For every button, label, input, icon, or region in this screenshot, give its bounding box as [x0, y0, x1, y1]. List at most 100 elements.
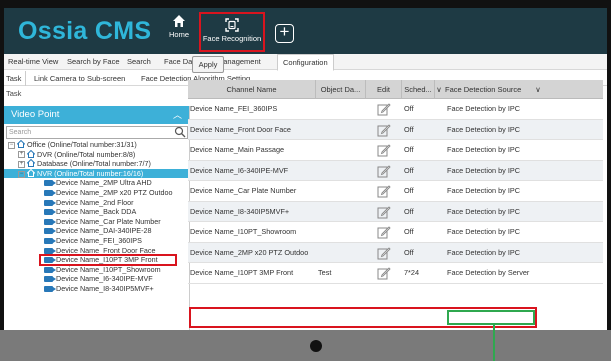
tree-device[interactable]: Device Name_Front Door Face [4, 245, 189, 256]
menu-bar: Real-time View Search by Face Search Fac… [4, 54, 607, 71]
cell-face-detection-source[interactable]: Face Detection by IPC [445, 120, 555, 140]
cell-object-database[interactable] [316, 202, 366, 222]
edit-icon[interactable] [377, 205, 391, 219]
cell-face-detection-source[interactable]: Face Detection by IPC [445, 222, 555, 242]
cell-schedule[interactable]: Off [402, 140, 442, 160]
expand-icon[interactable]: + [18, 160, 25, 168]
tree-device[interactable]: Device Name_2nd Floor [4, 197, 189, 208]
tree-device[interactable]: Device Name_Car Plate Number [4, 217, 189, 227]
cell-object-database[interactable] [316, 243, 366, 263]
menu-search-by-face[interactable]: Search by Face [67, 54, 120, 70]
cell-object-database[interactable] [316, 161, 366, 181]
search-placeholder: Search [9, 129, 32, 136]
cell-schedule[interactable]: Off [402, 243, 442, 263]
col-edit[interactable]: Edit [366, 80, 402, 99]
edit-icon[interactable] [377, 143, 391, 157]
camera-icon [44, 257, 56, 264]
tree-device[interactable]: Device Name_I10PT 3MP Front [39, 254, 177, 266]
tree-group[interactable]: + DVR (Online/Total number:8/8) [4, 149, 189, 160]
col-object-database[interactable]: Object Da... [316, 80, 366, 99]
table-row[interactable]: Device Name_I6-340IPE-MVF Off Face Detecti… [188, 160, 603, 181]
table-row[interactable]: Device Name_FEI_360IPS Off Face Detection … [188, 99, 603, 120]
edit-icon[interactable] [377, 164, 391, 178]
cell-object-database[interactable]: Test [316, 263, 366, 283]
nav-face-recognition-button[interactable]: Face Recognition [199, 12, 265, 52]
cell-face-detection-source[interactable]: Face Detection by IPC [445, 181, 555, 201]
tree-item-label: Device Name_I10PT_Showroom [56, 264, 161, 274]
add-tab-button[interactable]: + [275, 23, 294, 43]
edit-icon[interactable] [377, 225, 391, 239]
edit-icon[interactable] [377, 123, 391, 137]
tree-device[interactable]: Device Name_I10PT_Showroom [4, 264, 189, 275]
edit-icon[interactable] [377, 266, 391, 280]
cell-object-database[interactable] [316, 222, 366, 242]
cell-schedule[interactable]: Off [402, 99, 442, 119]
tree-item-label: Device Name_I6-340IPE-MVF [56, 274, 153, 284]
schedule-dropdown-icon[interactable]: ∨ [435, 80, 443, 99]
tree-device[interactable]: Device Name_I8-340IP5MVF+ [4, 283, 189, 294]
cell-face-detection-source[interactable]: Face Detection by IPC [445, 140, 555, 160]
sidebar-search-input[interactable]: Search [6, 126, 188, 139]
tree-device[interactable]: Device Name_Back DDA [4, 207, 189, 217]
tree-device[interactable]: Device Name_2MP Ultra AHD [4, 178, 189, 188]
nav-home-button[interactable]: Home [159, 14, 199, 50]
expand-icon[interactable]: + [18, 151, 25, 159]
cell-schedule[interactable]: Off [402, 161, 442, 181]
cell-schedule[interactable]: Off [402, 202, 442, 222]
cell-object-database[interactable] [316, 181, 366, 201]
col-channel-name[interactable]: Channel Name [188, 80, 316, 99]
cell-object-database[interactable] [316, 99, 366, 119]
table-row[interactable]: Device Name_I10PT 3MP Front Test 7*24 Face … [188, 263, 603, 284]
cell-object-database[interactable] [316, 140, 366, 160]
cell-face-detection-source[interactable]: Face Detection by IPC [445, 161, 555, 181]
edit-icon[interactable] [377, 246, 391, 260]
cell-face-detection-source[interactable]: Face Detection by IPC [445, 243, 555, 263]
table-row[interactable]: Device Name_Car Plate Number Off Face Dete… [188, 181, 603, 202]
cell-schedule[interactable]: Off [402, 120, 442, 140]
apply-button[interactable]: Apply [192, 56, 224, 73]
table-row[interactable]: Device Name_I10PT_Showroom Off Face Detect… [188, 222, 603, 243]
tree-item-label: Device Name_I8-340IP5MVF+ [56, 283, 154, 293]
tree-item-label: Device Name_2nd Floor [56, 197, 134, 207]
menu-realtime-view[interactable]: Real-time View [8, 54, 58, 70]
edit-icon[interactable] [377, 184, 391, 198]
cell-face-detection-source[interactable]: Face Detection by Server [445, 263, 555, 283]
camera-icon [44, 238, 56, 245]
cell-face-detection-source[interactable]: Face Detection by IPC [445, 99, 555, 119]
tree-group[interactable]: + Database (Online/Total number:7/7) [4, 158, 189, 169]
cell-schedule[interactable]: Off [402, 222, 442, 242]
table-row[interactable]: Device Name_Main Passage Off Face Detectio… [188, 140, 603, 161]
tree-device[interactable]: Device Name_FEI_360IPS [4, 235, 189, 246]
cell-schedule[interactable]: 7*24 [402, 263, 442, 283]
collapse-icon[interactable]: − [8, 141, 15, 149]
channel-table: Channel Name Object Da... Edit Sched... … [188, 80, 603, 284]
camera-icon [44, 247, 56, 254]
tab-task[interactable]: Task [6, 71, 27, 86]
tree-item-label: Device Name_FEI_360IPS [56, 235, 142, 245]
source-dropdown-icon[interactable]: ∨ [532, 80, 544, 99]
col-schedule[interactable]: Sched... [402, 80, 435, 99]
table-row[interactable]: Device Name_I8-340IP5MVF+ Off Face Detecti… [188, 201, 603, 222]
tree-device[interactable]: Device Name_DAI-340IPE-28 [4, 226, 189, 236]
tree-device[interactable]: Device Name_2MP x20 PTZ Outdoo [4, 188, 189, 198]
sidebar-title: Video Point [11, 109, 60, 120]
sidebar-header[interactable]: Video Point ︿ [4, 106, 189, 124]
cell-face-detection-source[interactable]: Face Detection by IPC [445, 202, 555, 222]
tree-item-label: Device Name_Front Door Face [56, 245, 156, 255]
collapse-icon[interactable]: − [18, 170, 25, 178]
camera-icon [44, 218, 56, 225]
edit-icon[interactable] [377, 102, 391, 116]
menu-search[interactable]: Search [127, 54, 151, 70]
tree-group[interactable]: − NVR (Online/Total number:16/16) [4, 168, 189, 179]
table-row[interactable]: Device Name_2MP x20 PTZ Outdoo Off Face De… [188, 242, 603, 263]
tree-device[interactable]: Device Name_I6-340IPE-MVF [4, 274, 189, 284]
menu-configuration[interactable]: Configuration [277, 54, 334, 71]
camera-icon [44, 199, 56, 206]
search-icon[interactable] [174, 126, 186, 138]
cell-schedule[interactable]: Off [402, 181, 442, 201]
tab-link-camera[interactable]: Link Camera to Sub-screen [34, 71, 125, 86]
chevron-up-icon[interactable]: ︿ [173, 106, 182, 124]
table-row[interactable]: Device Name_Front Door Face Off Face Detec… [188, 119, 603, 140]
cell-object-database[interactable] [316, 120, 366, 140]
tree-group[interactable]: − Office (Online/Total number:31/31) [4, 139, 189, 150]
